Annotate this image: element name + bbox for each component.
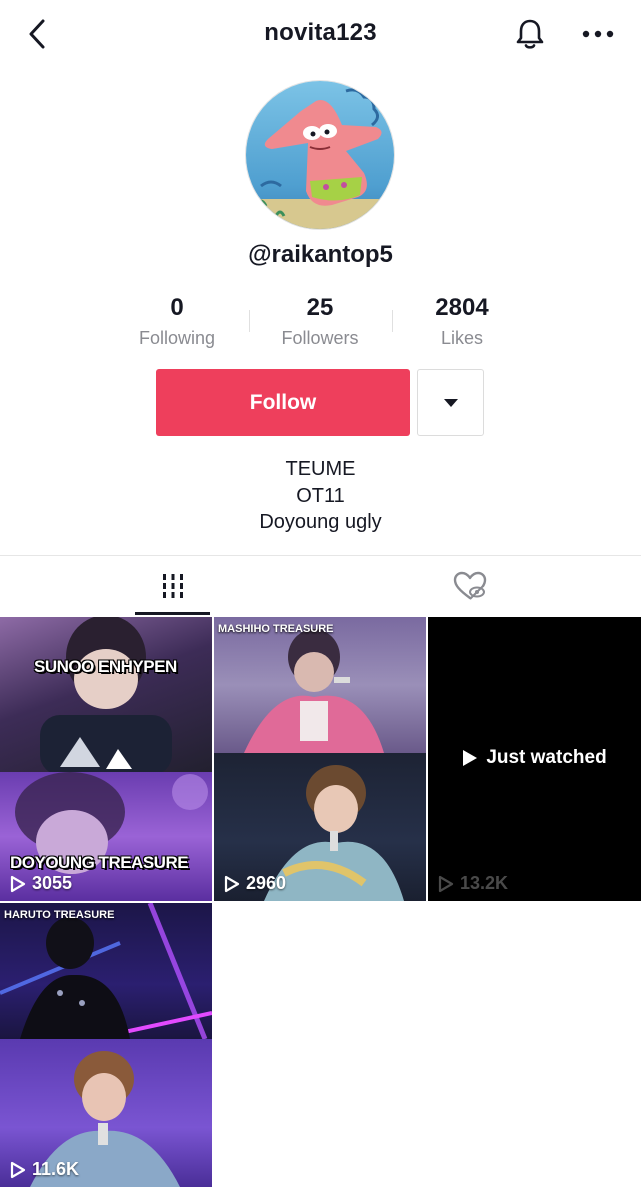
profile-handle: @raikantop5 <box>248 241 393 268</box>
video-tile[interactable]: Just watched 13.2K <box>428 617 641 901</box>
video-view-count: 2960 <box>224 873 286 894</box>
play-outline-icon <box>438 875 454 892</box>
stat-followers[interactable]: 25 Followers <box>250 294 390 349</box>
bio-line: TEUME <box>285 458 356 480</box>
avatar[interactable] <box>245 80 395 230</box>
bell-icon <box>516 19 544 49</box>
just-watched-label: Just watched <box>486 747 607 768</box>
liked-heart-icon <box>453 571 487 600</box>
tab-liked[interactable] <box>310 556 630 616</box>
view-count-text: 13.2K <box>460 873 509 893</box>
stat-likes-value: 2804 <box>435 294 489 321</box>
stat-followers-label: Followers <box>281 328 359 348</box>
video-caption: SUNOO ENHYPEN <box>34 657 177 676</box>
video-thumbnail-art <box>40 617 172 775</box>
video-caption: DOYOUNG TREASURE <box>10 853 189 872</box>
stat-likes[interactable]: 2804 Likes <box>392 294 532 349</box>
bio-line: Doyoung ugly <box>259 511 382 533</box>
video-view-count: 13.2K <box>438 873 508 894</box>
play-outline-icon <box>10 875 26 892</box>
play-outline-icon <box>10 1161 26 1178</box>
active-tab-indicator <box>135 612 210 615</box>
notifications-button[interactable] <box>510 14 550 54</box>
video-thumbnail-top <box>214 617 426 753</box>
video-caption: HARUTO TREASURE <box>4 909 115 921</box>
stat-following-value: 0 <box>170 294 184 321</box>
stat-following[interactable]: 0 Following <box>107 294 247 349</box>
videos-grid-icon <box>163 574 183 598</box>
video-thumbnail-art <box>244 629 384 753</box>
more-options-button[interactable] <box>577 14 619 54</box>
video-thumbnail-top <box>0 903 212 1040</box>
tab-videos[interactable] <box>13 556 333 616</box>
video-thumbnail-top <box>0 617 212 775</box>
follow-button[interactable]: Follow <box>156 369 410 436</box>
view-count-text: 3055 <box>32 873 73 893</box>
just-watched-overlay: Just watched <box>428 747 641 769</box>
bio-line: OT11 <box>296 484 345 507</box>
view-count-text: 11.6K <box>32 1159 80 1179</box>
stat-followers-value: 25 <box>306 294 334 321</box>
suggested-accounts-button[interactable] <box>417 369 484 436</box>
top-bar: novita123 <box>0 0 641 68</box>
play-filled-icon <box>463 750 478 766</box>
video-view-count: 3055 <box>10 873 72 894</box>
view-count-text: 2960 <box>246 873 287 893</box>
video-tile[interactable]: HARUTO TREASURE 11.6K <box>0 903 212 1187</box>
more-dots-icon <box>582 30 614 38</box>
caret-down-icon <box>443 398 458 407</box>
video-tile[interactable]: MASHIHO TREASURE 2960 <box>214 617 426 901</box>
stat-following-label: Following <box>138 328 216 348</box>
stat-likes-label: Likes <box>440 328 484 348</box>
play-outline-icon <box>224 875 240 892</box>
avatar-image <box>246 81 394 229</box>
video-tile[interactable]: SUNOO ENHYPEN DOYOUNG TREASURE 3055 <box>0 617 212 901</box>
video-caption: MASHIHO TREASURE <box>218 623 334 635</box>
profile-bio: TEUME OT11 Doyoung ugly <box>0 456 641 536</box>
video-thumbnail-art <box>0 903 212 1040</box>
video-view-count: 11.6K <box>10 1159 79 1180</box>
